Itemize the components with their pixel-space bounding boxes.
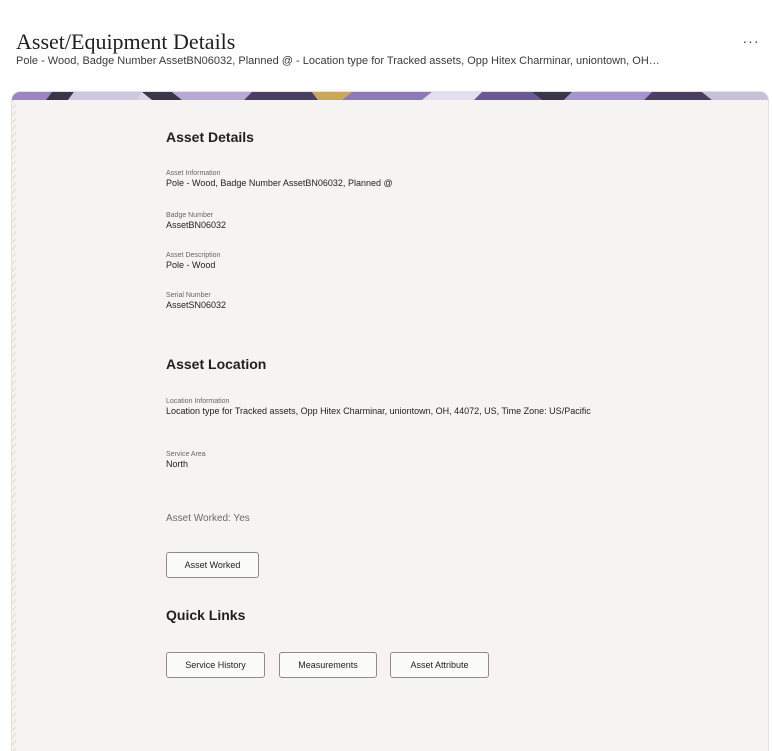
more-options-icon[interactable]: ··· <box>740 34 762 52</box>
badge-number-value: AssetBN06032 <box>166 220 227 230</box>
asset-description-value: Pole - Wood <box>166 260 216 270</box>
panel-edge-decoration <box>12 100 16 751</box>
page-subtitle: Pole - Wood, Badge Number AssetBN06032, … <box>16 55 660 67</box>
page-title: Asset/Equipment Details <box>16 29 236 54</box>
location-information-label: Location Information <box>166 398 230 405</box>
location-information-value: Location type for Tracked assets, Opp Hi… <box>166 406 591 416</box>
service-area-label: Service Area <box>166 451 206 458</box>
asset-information-label: Asset Information <box>166 170 221 177</box>
measurements-button[interactable]: Measurements <box>279 652 377 678</box>
service-area-value: North <box>166 459 189 469</box>
asset-description-label: Asset Description <box>166 252 221 259</box>
asset-location-heading: Asset Location <box>166 356 267 372</box>
badge-number-label: Badge Number <box>166 212 214 219</box>
quick-links-heading: Quick Links <box>166 607 246 623</box>
asset-details-heading: Asset Details <box>166 129 254 145</box>
serial-number-value: AssetSN06032 <box>166 300 227 310</box>
decorative-banner <box>12 92 768 100</box>
details-panel: Asset Details Asset Information Pole - W… <box>12 92 768 751</box>
asset-information-value: Pole - Wood, Badge Number AssetBN06032, … <box>166 178 393 188</box>
page-header: Asset/Equipment Details Pole - Wood, Bad… <box>16 30 736 68</box>
serial-number-label: Serial Number <box>166 292 211 299</box>
asset-attribute-button[interactable]: Asset Attribute <box>390 652 489 678</box>
asset-equipment-details-page: Asset/Equipment Details Pole - Wood, Bad… <box>0 0 772 751</box>
service-history-button[interactable]: Service History <box>166 652 265 678</box>
asset-worked-status: Asset Worked: Yes <box>166 513 250 524</box>
asset-worked-button[interactable]: Asset Worked <box>166 552 259 578</box>
